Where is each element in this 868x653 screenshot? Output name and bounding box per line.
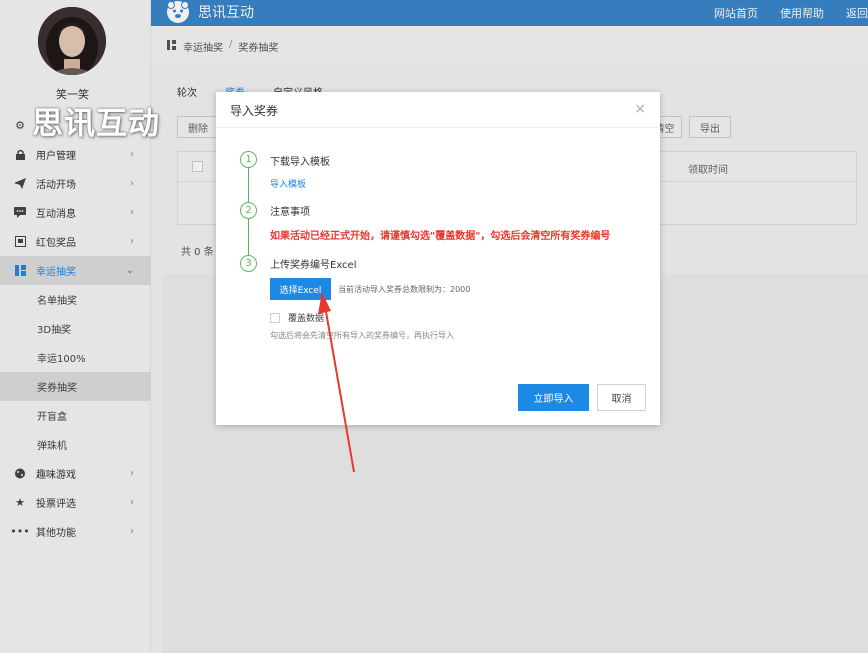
import-limit-text: 当前活动导入奖券总数限制为：2000 [338, 285, 471, 294]
cancel-button[interactable]: 取消 [597, 384, 646, 411]
import-vouchers-dialog: 导入奖券 × 1 下载导入模板 导入模板 2 注意事项 如果活动已经正式开始，请… [216, 92, 660, 425]
step-title-download-template: 下载导入模板 [270, 157, 330, 168]
overwrite-data-checkbox[interactable] [270, 313, 280, 323]
step-title-notes: 注意事项 [270, 207, 310, 218]
step-connector [248, 219, 249, 256]
overwrite-data-label[interactable]: 覆盖数据 [288, 311, 324, 324]
close-icon[interactable]: × [634, 101, 646, 117]
choose-excel-button[interactable]: 选择Excel [270, 278, 331, 300]
watermark: 思讯互动 [32, 106, 160, 142]
import-now-button[interactable]: 立即导入 [518, 384, 589, 411]
overwrite-warning: 如果活动已经正式开始，请谨慎勾选"覆盖数据"，勾选后会清空所有奖券编号 [270, 231, 611, 242]
import-template-link[interactable]: 导入模板 [270, 177, 306, 190]
step-number-1: 1 [240, 151, 257, 168]
step-number-2: 2 [240, 202, 257, 219]
dialog-title: 导入奖券 [230, 104, 279, 118]
step-title-upload: 上传奖券编号Excel [270, 260, 357, 271]
overwrite-hint: 勾选后将会先清空所有导入的奖券编号，再执行导入 [270, 331, 454, 340]
step-number-3: 3 [240, 255, 257, 272]
dialog-header: 导入奖券 × [216, 92, 660, 128]
